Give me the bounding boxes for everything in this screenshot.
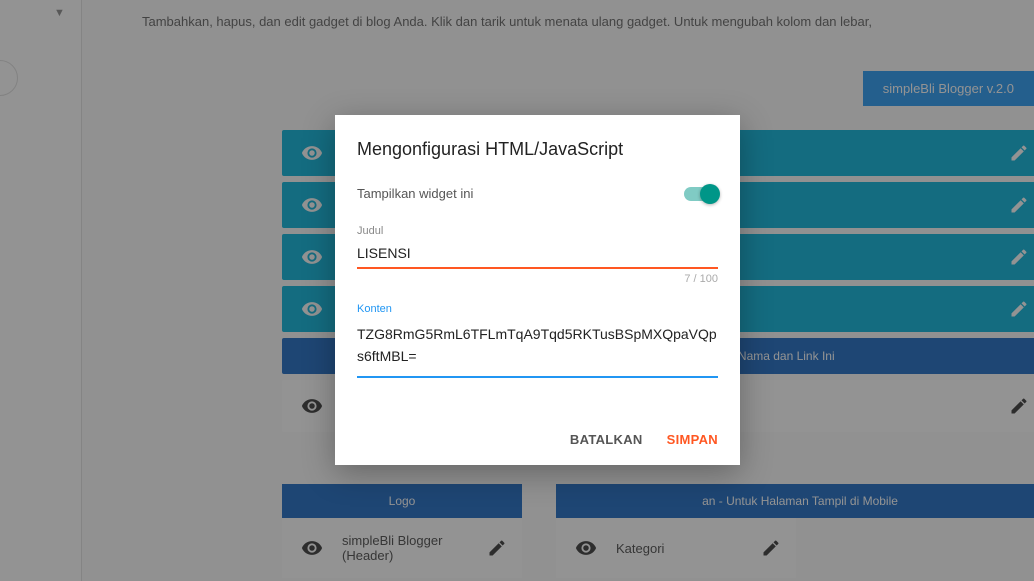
config-dialog: Mengonfigurasi HTML/JavaScript Tampilkan… — [335, 115, 740, 465]
cancel-button[interactable]: BATALKAN — [570, 432, 643, 447]
save-button[interactable]: SIMPAN — [667, 432, 718, 447]
judul-counter: 7 / 100 — [357, 273, 718, 285]
show-widget-row: Tampilkan widget ini — [357, 186, 718, 201]
show-widget-toggle[interactable] — [684, 187, 718, 201]
konten-input[interactable]: TZG8RmG5RmL6TFLmTqA9Tqd5RKTusBSpMXQpaVQp… — [357, 319, 718, 378]
dialog-buttons: BATALKAN SIMPAN — [357, 432, 718, 447]
judul-input[interactable] — [357, 241, 718, 269]
dialog-title: Mengonfigurasi HTML/JavaScript — [357, 139, 718, 160]
judul-label: Judul — [357, 225, 718, 237]
toggle-knob — [700, 184, 720, 204]
konten-label: Konten — [357, 303, 718, 315]
show-widget-label: Tampilkan widget ini — [357, 186, 473, 201]
